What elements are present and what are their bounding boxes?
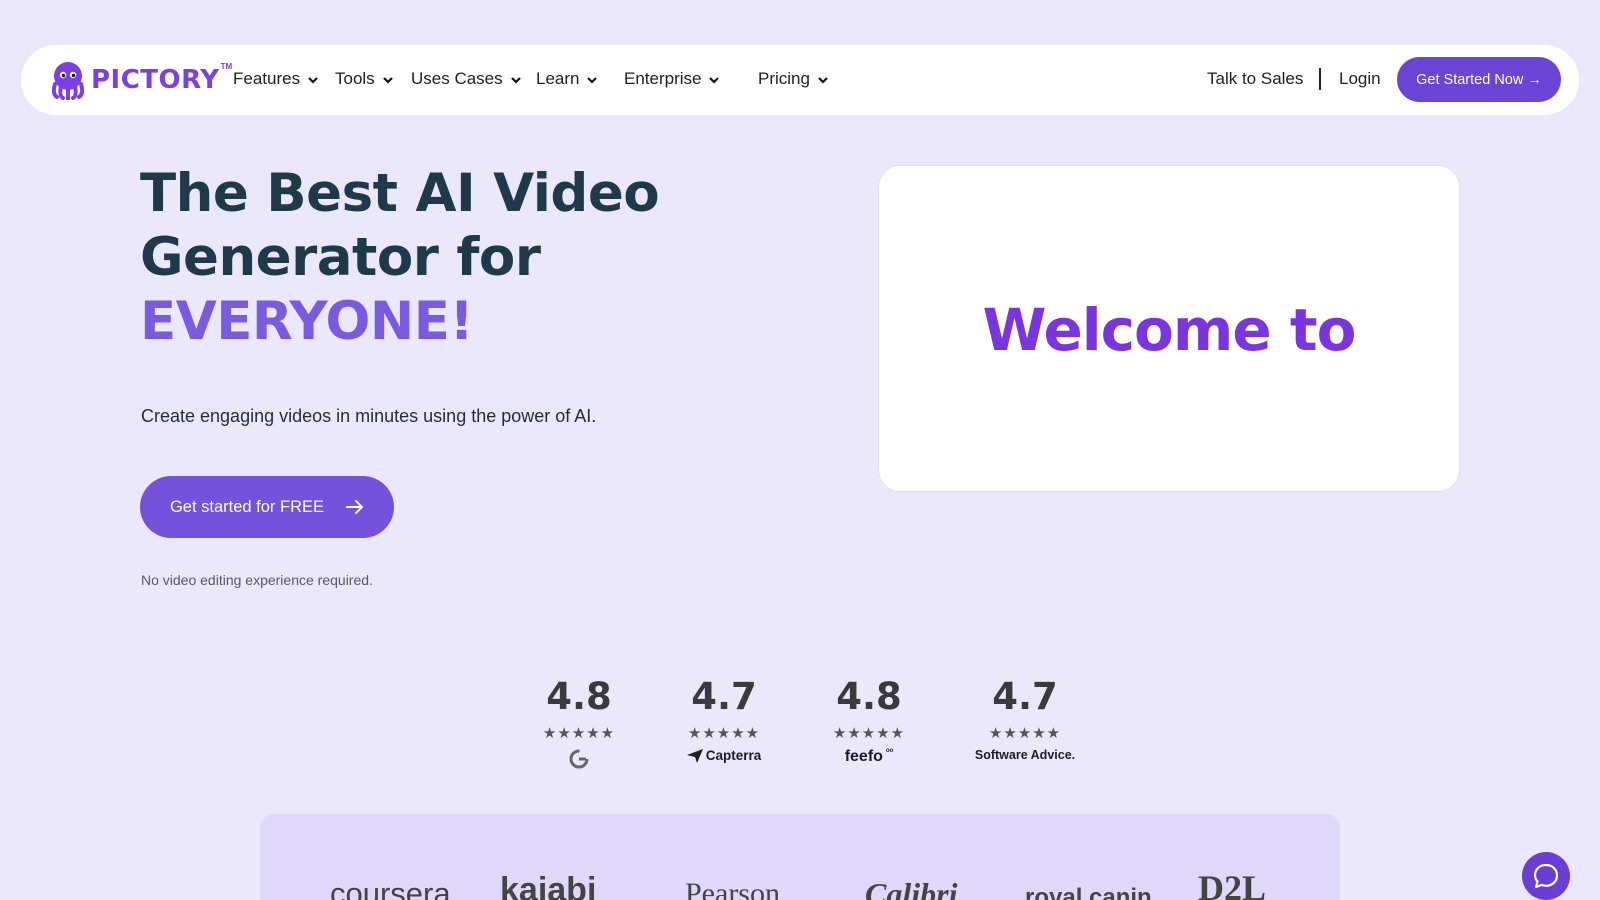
nav-enterprise-label: Enterprise xyxy=(624,69,702,88)
nav-use-cases-label: Uses Cases xyxy=(411,69,503,88)
chevron-down-icon xyxy=(818,77,828,84)
feefo-label: feefo xyxy=(844,748,883,765)
hero-subtitle: Create engaging videos in minutes using … xyxy=(141,406,597,426)
rating-capterra: 4.7 ★★★★★ Capterra xyxy=(659,674,789,763)
nav-learn[interactable]: Learn xyxy=(536,69,598,89)
chat-icon xyxy=(1533,863,1559,889)
hero-video-player[interactable]: Welcome to xyxy=(878,165,1460,492)
nav-pricing-label: Pricing xyxy=(758,69,810,88)
nav-tools-label: Tools xyxy=(335,69,375,88)
g2-logo-icon: G2 xyxy=(514,748,644,770)
chevron-down-icon xyxy=(587,77,598,84)
d2l-logo: D2L xyxy=(1198,868,1267,900)
star-rating-icon: ★★★★★ xyxy=(988,725,1062,742)
hero-title-line2: Generator for xyxy=(140,227,541,288)
nav-pricing[interactable]: Pricing xyxy=(758,69,829,89)
chevron-down-icon xyxy=(382,77,393,84)
trademark-mark: TM xyxy=(220,61,233,71)
hero-note: No video editing experience required. xyxy=(141,572,373,588)
calibri-logo: Calibri xyxy=(865,876,958,900)
nav-features[interactable]: Features xyxy=(233,69,319,89)
software-advice-logo-icon: Software Advice. xyxy=(958,748,1092,762)
pearson-logo: Pearson xyxy=(685,877,780,900)
royal-canin-logo: royal canin xyxy=(1025,884,1152,900)
star-rating-icon: ★★★★★ xyxy=(832,725,906,742)
rating-software-advice: 4.7 ★★★★★ Software Advice. xyxy=(958,674,1092,762)
rating-score: 4.7 xyxy=(691,675,757,718)
nav-learn-label: Learn xyxy=(536,69,580,88)
nav-use-cases[interactable]: Uses Cases xyxy=(411,69,522,89)
rating-score: 4.8 xyxy=(546,675,612,718)
top-navbar: PICTORY TM Features Tools Uses Cases Lea… xyxy=(21,45,1579,115)
login-link[interactable]: Login xyxy=(1339,69,1381,89)
hero-title-accent: EVERYONE! xyxy=(140,291,474,352)
kajabi-logo: kajabi xyxy=(500,871,597,900)
rating-g2: 4.8 ★★★★★ G2 xyxy=(514,674,644,770)
get-started-now-button[interactable]: Get Started Now → xyxy=(1397,57,1561,102)
nav-features-label: Features xyxy=(233,69,301,88)
customer-logo-strip: coursera kajabi Pearson Calibri royal ca… xyxy=(260,814,1340,900)
nav-tools[interactable]: Tools xyxy=(335,69,394,89)
chevron-down-icon xyxy=(308,77,318,84)
brand-name: PICTORY xyxy=(91,65,220,95)
get-started-free-label: Get started for FREE xyxy=(169,497,325,516)
talk-to-sales-link[interactable]: Talk to Sales xyxy=(1207,69,1303,89)
video-frame-text: Welcome to xyxy=(982,295,1357,364)
hero-title-line1: The Best AI Video xyxy=(140,163,660,224)
coursera-logo: coursera xyxy=(330,876,451,900)
nav-divider xyxy=(1319,68,1321,90)
octopus-logo-icon xyxy=(51,62,85,100)
capterra-logo-icon: Capterra xyxy=(659,748,789,763)
pictory-logo[interactable]: PICTORY TM xyxy=(49,59,232,101)
nav-enterprise[interactable]: Enterprise xyxy=(624,69,720,89)
chevron-down-icon xyxy=(510,77,521,84)
capterra-label: Capterra xyxy=(705,748,762,763)
arrow-right-icon xyxy=(346,500,364,514)
star-rating-icon: ★★★★★ xyxy=(687,725,761,742)
star-rating-icon: ★★★★★ xyxy=(542,725,616,742)
feefo-logo-icon: feefo ᵒᵒ xyxy=(844,746,894,765)
rating-score: 4.8 xyxy=(836,675,902,718)
software-advice-label: Software Advice. xyxy=(974,748,1076,762)
chevron-down-icon xyxy=(709,77,720,84)
rating-score: 4.7 xyxy=(992,675,1058,718)
rating-feefo: 4.8 ★★★★★ feefo ᵒᵒ xyxy=(804,674,934,766)
get-started-free-button[interactable]: Get started for FREE xyxy=(140,476,394,538)
hero-title: The Best AI Video Generator for EVERYONE… xyxy=(140,162,780,354)
chat-widget-button[interactable] xyxy=(1522,852,1570,900)
